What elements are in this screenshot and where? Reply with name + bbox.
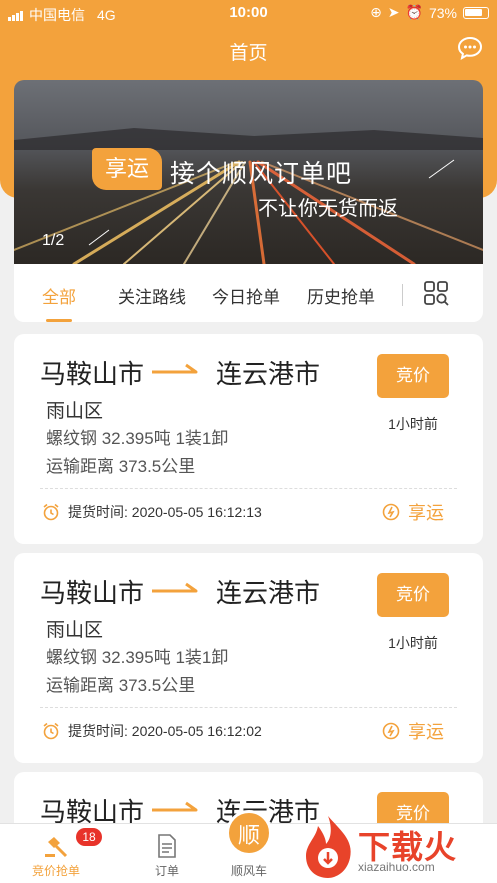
notification-badge: 18 — [76, 828, 102, 846]
route-arrow-icon — [152, 363, 198, 374]
bid-button[interactable]: 竞价 — [377, 573, 449, 617]
distance-info: 运输距离 373.5公里 — [46, 457, 196, 476]
route-arrow-icon — [152, 801, 198, 812]
posted-ago: 1小时前 — [388, 416, 438, 432]
grid-menu-icon[interactable] — [423, 280, 449, 306]
nav-ride-share[interactable]: 顺风车 — [214, 824, 284, 883]
xiangyun-link[interactable]: 享运 — [382, 718, 444, 744]
chat-icon[interactable] — [457, 36, 483, 60]
tab-all[interactable]: 全部 — [42, 283, 76, 308]
divider — [40, 707, 457, 708]
nav-orders[interactable]: 订单 — [132, 824, 202, 883]
destination-city: 连云港市 — [216, 359, 321, 389]
distance-info: 运输距离 373.5公里 — [46, 676, 196, 695]
destination-city: 连云港市 — [216, 578, 321, 608]
goods-info: 螺纹钢 32.395吨 1装1卸 — [46, 429, 229, 448]
brand-label: 享运 — [408, 503, 444, 523]
nav-label: 竞价抢单 — [31, 864, 80, 878]
order-card[interactable]: 马鞍山市 连云港市 雨山区 螺纹钢 32.395吨 1装1卸 运输距离 373.… — [14, 334, 483, 544]
xiangyun-logo-icon — [382, 722, 400, 740]
route-arrow-icon — [152, 582, 198, 593]
location-icon: ➤ — [387, 4, 400, 20]
brand-label: 享运 — [408, 722, 444, 742]
banner-subline: 不让你无货而返 — [258, 198, 398, 220]
alarm-icon: ⏰ — [405, 4, 423, 20]
status-bar: 中国电信 4G 10:00 ⊕ ➤ ⏰ 73% — [0, 0, 497, 26]
tab-history-grab[interactable]: 历史抢单 — [307, 283, 375, 308]
order-card[interactable]: 马鞍山市 连云港市 雨山区 螺纹钢 32.395吨 1装1卸 运输距离 373.… — [14, 553, 483, 763]
nav-bid-grab[interactable]: 18 竞价抢单 — [18, 824, 102, 883]
xiangyun-logo-icon — [382, 503, 400, 521]
active-tab-indicator — [46, 319, 72, 322]
alarm-clock-icon — [43, 503, 59, 521]
tab-today-grab[interactable]: 今日抢单 — [212, 283, 280, 308]
origin-city: 马鞍山市 — [40, 578, 145, 608]
divider — [40, 488, 457, 489]
document-icon — [158, 834, 176, 858]
district: 雨山区 — [46, 401, 104, 422]
nav-label: 顺风车 — [230, 864, 267, 878]
tab-followed-routes[interactable]: 关注路线 — [118, 283, 186, 308]
battery-percent: 73% — [428, 4, 457, 21]
flame-logo-icon — [306, 816, 351, 878]
district: 雨山区 — [46, 620, 104, 641]
pickup-time: 提货时间: 2020-05-05 16:12:13 — [68, 504, 262, 520]
tab-divider — [402, 284, 403, 306]
page-title: 首页 — [229, 43, 268, 64]
pickup-time: 提货时间: 2020-05-05 16:12:02 — [68, 723, 262, 739]
banner-headline: 接个顺风订单吧 — [170, 160, 353, 188]
origin-city: 马鞍山市 — [40, 359, 145, 389]
nav-label: 订单 — [154, 864, 179, 878]
bid-button[interactable]: 竞价 — [377, 354, 449, 398]
battery-icon — [463, 6, 489, 19]
watermark-url: xiazaihuo.com — [358, 860, 435, 874]
promo-banner[interactable]: 享运 接个顺风订单吧 不让你无货而返 1/2 — [14, 80, 483, 264]
goods-info: 螺纹钢 32.395吨 1装1卸 — [46, 648, 229, 667]
gavel-icon — [45, 837, 68, 858]
watermark-logo: 下载火 xiazaihuo.com — [296, 812, 496, 883]
xiangyun-link[interactable]: 享运 — [382, 499, 444, 525]
posted-ago: 1小时前 — [388, 635, 438, 651]
alarm-clock-icon — [43, 722, 59, 740]
filter-tabs: 全部 关注路线 今日抢单 历史抢单 — [14, 264, 483, 322]
banner-pager: 1/2 — [42, 232, 65, 249]
lock-rotation-icon: ⊕ — [370, 4, 382, 20]
banner-tag: 享运 — [92, 148, 162, 190]
